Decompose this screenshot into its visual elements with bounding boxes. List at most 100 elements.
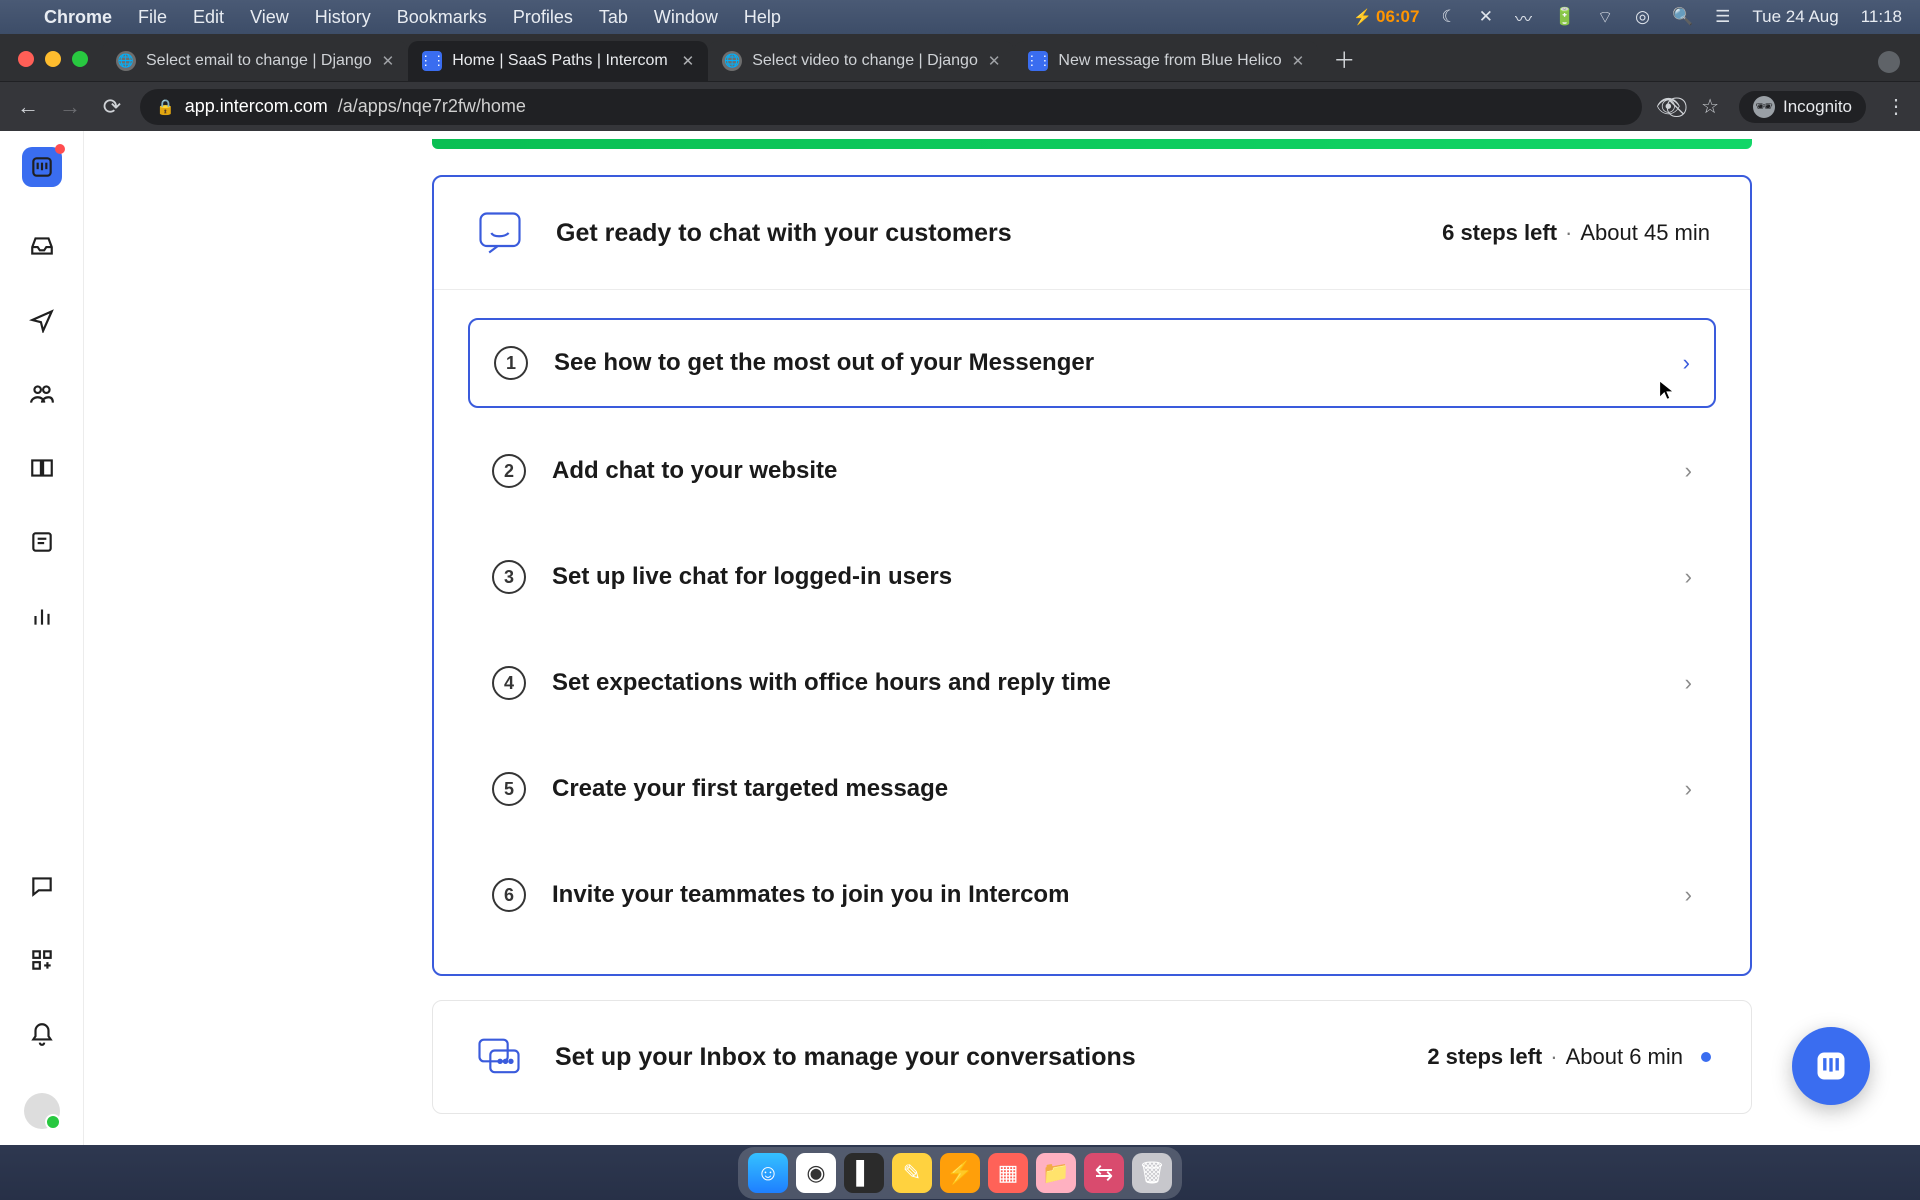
window-minimize-button[interactable] bbox=[45, 51, 61, 67]
address-bar[interactable]: 🔒 app.intercom.com/a/apps/nqe7r2fw/home bbox=[140, 89, 1642, 125]
app-sidebar bbox=[0, 131, 84, 1145]
pulse-dot-icon bbox=[1701, 1052, 1711, 1062]
dock-app-bolt[interactable]: ⚡ bbox=[940, 1153, 980, 1193]
wifi-icon[interactable]: ⌔ bbox=[1597, 7, 1613, 28]
step-number: 2 bbox=[492, 454, 526, 488]
dnd-icon[interactable]: ☾ bbox=[1441, 7, 1456, 27]
cloud-icon[interactable]: 〰 bbox=[1515, 5, 1532, 30]
app-store-icon[interactable] bbox=[27, 945, 57, 975]
inbox-icon[interactable] bbox=[27, 231, 57, 261]
incognito-indicator-icon[interactable] bbox=[1878, 51, 1900, 73]
menubar-bookmarks[interactable]: Bookmarks bbox=[397, 7, 487, 28]
tab-close-button[interactable]: ✕ bbox=[1292, 52, 1305, 70]
tab-title: New message from Blue Helico bbox=[1058, 52, 1281, 70]
lock-icon: 🔒 bbox=[156, 98, 175, 116]
intercom-brand-icon[interactable] bbox=[22, 147, 62, 187]
time-estimate: About 45 min bbox=[1580, 220, 1710, 246]
card-header: Get ready to chat with your customers 6 … bbox=[434, 177, 1750, 289]
back-button[interactable]: ← bbox=[14, 94, 42, 120]
step-label: Invite your teammates to join you in Int… bbox=[552, 881, 1659, 909]
spotlight-icon[interactable]: 🔍 bbox=[1672, 7, 1693, 27]
chevron-right-icon: › bbox=[1685, 458, 1692, 484]
step-4[interactable]: 4 Set expectations with office hours and… bbox=[468, 640, 1716, 726]
tab-close-button[interactable]: ✕ bbox=[382, 52, 395, 70]
step-label: Create your first targeted message bbox=[552, 775, 1659, 803]
menubar-profiles[interactable]: Profiles bbox=[513, 7, 573, 28]
menubar-time[interactable]: 11:18 bbox=[1861, 7, 1902, 27]
browser-tab-4[interactable]: ⋮⋮ New message from Blue Helico ✕ bbox=[1014, 41, 1318, 81]
step-number: 1 bbox=[494, 346, 528, 380]
intercom-launcher-button[interactable] bbox=[1792, 1027, 1870, 1105]
messenger-icon[interactable] bbox=[27, 871, 57, 901]
outbound-icon[interactable] bbox=[27, 305, 57, 335]
dock-finder[interactable]: ☺ bbox=[748, 1153, 788, 1193]
card-title: Get ready to chat with your customers bbox=[556, 219, 1412, 248]
main-content: Get ready to chat with your customers 6 … bbox=[84, 131, 1920, 1145]
intercom-icon: ⋮⋮ bbox=[1028, 51, 1048, 71]
dock-chrome[interactable]: ◉ bbox=[796, 1153, 836, 1193]
onboarding-card-chat: Get ready to chat with your customers 6 … bbox=[432, 175, 1752, 976]
bookmark-star-icon[interactable]: ☆ bbox=[1701, 94, 1719, 119]
notifications-icon[interactable] bbox=[27, 1019, 57, 1049]
browser-tab-1[interactable]: 🌐 Select email to change | Django ✕ bbox=[102, 41, 408, 81]
card-meta: 2 steps left · About 6 min bbox=[1427, 1044, 1711, 1070]
menubar-help[interactable]: Help bbox=[744, 7, 781, 28]
step-1[interactable]: 1 See how to get the most out of your Me… bbox=[468, 318, 1716, 408]
step-number: 3 bbox=[492, 560, 526, 594]
step-5[interactable]: 5 Create your first targeted message › bbox=[468, 746, 1716, 832]
dock-trash[interactable]: 🗑 bbox=[1132, 1153, 1172, 1193]
url-path: /a/apps/nqe7r2fw/home bbox=[338, 96, 526, 117]
new-tab-button[interactable]: ＋ bbox=[1326, 41, 1362, 77]
tool-icon[interactable]: ✕ bbox=[1479, 7, 1493, 27]
contacts-icon[interactable] bbox=[27, 379, 57, 409]
step-label: See how to get the most out of your Mess… bbox=[554, 349, 1657, 377]
incognito-badge[interactable]: 🕶 Incognito bbox=[1739, 91, 1866, 123]
menubar-file[interactable]: File bbox=[138, 7, 167, 28]
tracker-block-icon[interactable]: 👁︎⃠ bbox=[1656, 94, 1681, 119]
step-label: Add chat to your website bbox=[552, 457, 1659, 485]
chrome-tabstrip: 🌐 Select email to change | Django ✕ ⋮⋮ H… bbox=[0, 34, 1920, 81]
time-estimate: About 6 min bbox=[1566, 1044, 1683, 1070]
user-avatar[interactable] bbox=[24, 1093, 60, 1129]
chrome-toolbar: ← → ⟳ 🔒 app.intercom.com/a/apps/nqe7r2fw… bbox=[0, 81, 1920, 131]
browser-tab-2-active[interactable]: ⋮⋮ Home | SaaS Paths | Intercom ✕ bbox=[408, 41, 708, 81]
dock-terminal[interactable]: ▌ bbox=[844, 1153, 884, 1193]
browser-tab-3[interactable]: 🌐 Select video to change | Django ✕ bbox=[708, 41, 1014, 81]
battery-icon[interactable]: 🔋 bbox=[1554, 7, 1575, 27]
dock-calendar[interactable]: ▦ bbox=[988, 1153, 1028, 1193]
window-controls bbox=[18, 51, 88, 67]
chevron-right-icon: › bbox=[1685, 882, 1692, 908]
dock-folder[interactable]: 📁 bbox=[1036, 1153, 1076, 1193]
window-zoom-button[interactable] bbox=[72, 51, 88, 67]
tab-close-button[interactable]: ✕ bbox=[682, 52, 695, 70]
battery-status[interactable]: ⚡06:07 bbox=[1353, 7, 1419, 27]
reload-button[interactable]: ⟳ bbox=[98, 94, 126, 120]
menubar-tab[interactable]: Tab bbox=[599, 7, 628, 28]
step-number: 6 bbox=[492, 878, 526, 912]
articles-icon[interactable] bbox=[27, 453, 57, 483]
menubar-window[interactable]: Window bbox=[654, 7, 718, 28]
menubar-history[interactable]: History bbox=[315, 7, 371, 28]
operator-icon[interactable] bbox=[27, 527, 57, 557]
step-3[interactable]: 3 Set up live chat for logged-in users › bbox=[468, 534, 1716, 620]
menubar-app-name[interactable]: Chrome bbox=[44, 7, 112, 28]
reports-icon[interactable] bbox=[27, 601, 57, 631]
menubar-view[interactable]: View bbox=[250, 7, 289, 28]
url-domain: app.intercom.com bbox=[185, 96, 328, 117]
window-close-button[interactable] bbox=[18, 51, 34, 67]
step-2[interactable]: 2 Add chat to your website › bbox=[468, 428, 1716, 514]
tab-close-button[interactable]: ✕ bbox=[988, 52, 1001, 70]
progress-bar bbox=[432, 139, 1752, 149]
chrome-menu-button[interactable]: ⋮ bbox=[1886, 94, 1906, 119]
control-center-icon[interactable]: ◎ bbox=[1635, 7, 1650, 27]
onboarding-card-inbox[interactable]: Set up your Inbox to manage your convers… bbox=[432, 1000, 1752, 1114]
dock-notes[interactable]: ✎ bbox=[892, 1153, 932, 1193]
incognito-icon: 🕶 bbox=[1753, 96, 1775, 118]
dock-app-switch[interactable]: ⇆ bbox=[1084, 1153, 1124, 1193]
siri-icon[interactable]: ☰ bbox=[1715, 7, 1730, 27]
step-6[interactable]: 6 Invite your teammates to join you in I… bbox=[468, 852, 1716, 938]
menubar-edit[interactable]: Edit bbox=[193, 7, 224, 28]
step-number: 5 bbox=[492, 772, 526, 806]
menubar-date[interactable]: Tue 24 Aug bbox=[1752, 7, 1838, 27]
step-label: Set expectations with office hours and r… bbox=[552, 669, 1659, 697]
